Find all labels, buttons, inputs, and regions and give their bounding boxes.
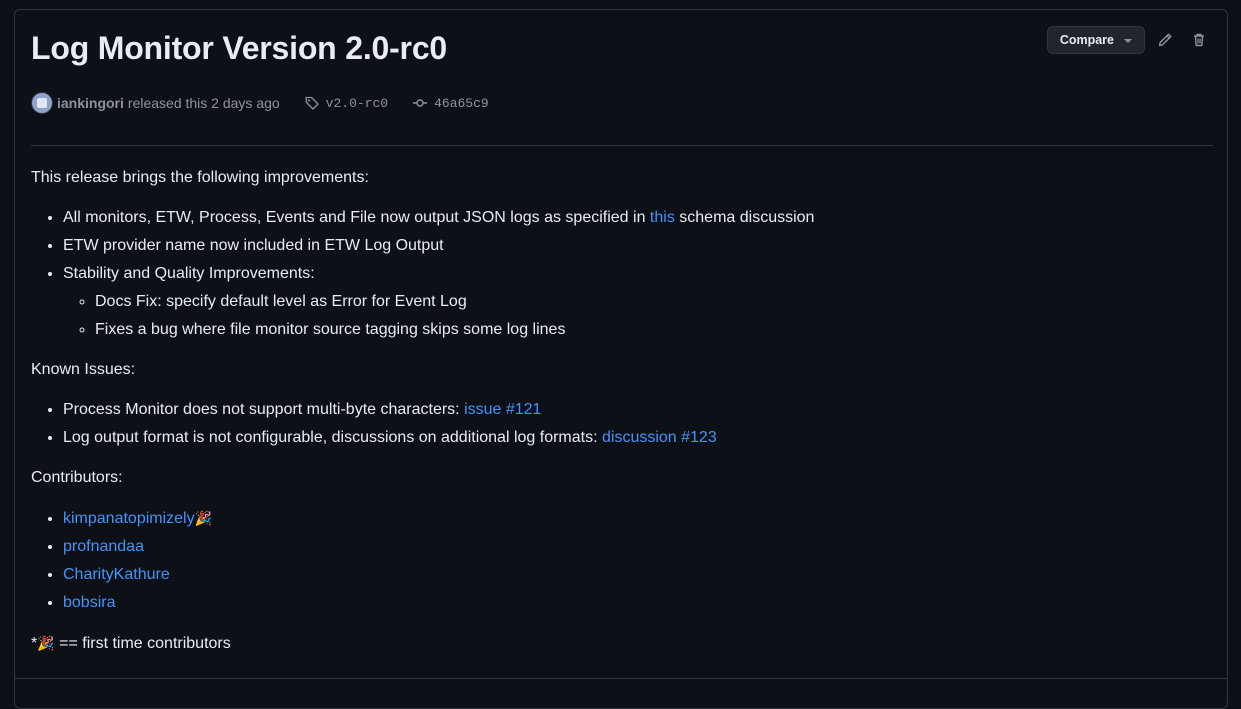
improvement-text: schema discussion <box>674 209 815 226</box>
divider <box>31 145 1213 146</box>
list-item: bobsira <box>63 591 1213 615</box>
list-item: profnandaa <box>63 535 1213 559</box>
commit-item[interactable]: 46a65c9 <box>412 95 489 111</box>
footnote: *🎉 == first time contributors <box>31 631 1213 656</box>
chevron-down-icon <box>1124 39 1132 43</box>
commit-sha: 46a65c9 <box>434 95 489 111</box>
sub-list-item: Docs Fix: specify default level as Error… <box>95 290 1213 314</box>
list-item: ETW provider name now included in ETW Lo… <box>63 234 1213 258</box>
schema-discussion-link[interactable]: this <box>650 209 675 226</box>
list-item: kimpanatopimizely🎉 <box>63 506 1213 531</box>
list-item: Process Monitor does not support multi-b… <box>63 398 1213 422</box>
delete-button[interactable] <box>1185 26 1213 54</box>
improvement-text: All monitors, ETW, Process, Events and F… <box>63 209 650 226</box>
compare-label: Compare <box>1059 33 1114 47</box>
list-item: All monitors, ETW, Process, Events and F… <box>63 206 1213 230</box>
release-meta: iankingori released this 2 days ago v2.0… <box>31 92 489 114</box>
improvement-text: Stability and Quality Improvements: <box>63 265 315 282</box>
list-item: Stability and Quality Improvements: Docs… <box>63 262 1213 342</box>
sub-list: Docs Fix: specify default level as Error… <box>63 290 1213 342</box>
sub-list-item: Fixes a bug where file monitor source ta… <box>95 318 1213 342</box>
release-notes: This release brings the following improv… <box>31 166 1213 672</box>
tag-label: v2.0-rc0 <box>325 95 389 111</box>
release-actions: Compare <box>1046 26 1213 54</box>
list-item: CharityKathure <box>63 563 1213 587</box>
release-title[interactable]: Log Monitor Version 2.0-rc0 <box>31 30 447 67</box>
trash-icon <box>1194 33 1204 47</box>
issue-text: Log output format is not configurable, d… <box>63 429 602 446</box>
footnote-text: == first time contributors <box>54 635 231 652</box>
author-link[interactable]: iankingori <box>57 95 124 111</box>
issue-text: Process Monitor does not support multi-b… <box>63 401 465 418</box>
list-item: Log output format is not configurable, d… <box>63 426 1213 450</box>
edit-button[interactable] <box>1151 26 1179 54</box>
pencil-icon <box>1158 33 1172 47</box>
known-issues-list: Process Monitor does not support multi-b… <box>31 398 1213 450</box>
contributor-link[interactable]: CharityKathure <box>63 566 170 583</box>
commit-icon <box>413 99 428 107</box>
released-text: released this 2 days ago <box>127 95 280 111</box>
discussion-123-link[interactable]: discussion #123 <box>602 429 717 446</box>
contributors-list: kimpanatopimizely🎉 profnandaa CharityKat… <box>31 506 1213 615</box>
contributor-link[interactable]: profnandaa <box>63 538 144 555</box>
contributors-heading: Contributors: <box>31 469 123 486</box>
contributor-link[interactable]: kimpanatopimizely <box>63 510 195 527</box>
issue-121-link[interactable]: issue #121 <box>464 401 541 418</box>
avatar[interactable] <box>31 92 53 114</box>
footer-divider <box>15 678 1227 679</box>
party-popper-icon: 🎉 <box>194 510 213 526</box>
known-issues-heading: Known Issues: <box>31 361 136 378</box>
intro-text: This release brings the following improv… <box>31 169 369 186</box>
tag-icon <box>305 96 319 110</box>
compare-button[interactable]: Compare <box>1046 26 1145 54</box>
release-card: Log Monitor Version 2.0-rc0 Compare iank… <box>14 9 1228 709</box>
tag-item[interactable]: v2.0-rc0 <box>304 95 388 111</box>
improvements-list: All monitors, ETW, Process, Events and F… <box>31 206 1213 342</box>
contributor-link[interactable]: bobsira <box>63 594 115 611</box>
party-popper-icon: 🎉 <box>37 635 55 651</box>
